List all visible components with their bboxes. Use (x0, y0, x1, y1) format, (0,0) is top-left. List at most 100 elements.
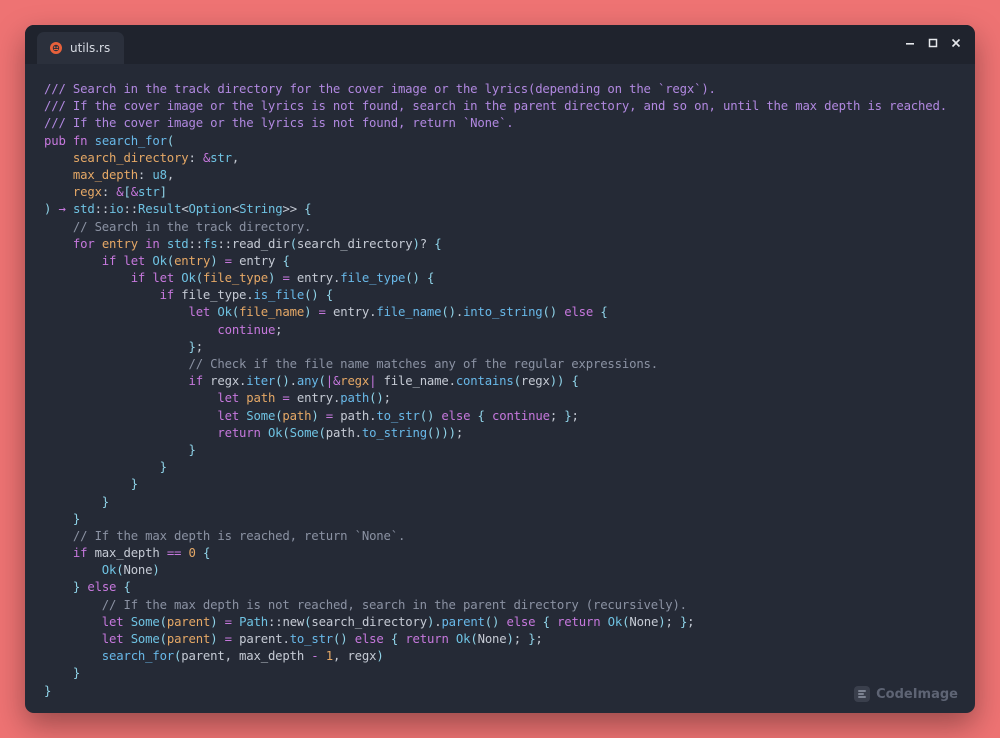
code-token: Some (130, 632, 160, 646)
code-token: ; (275, 322, 283, 337)
code-token: file_name. (376, 374, 456, 389)
code-token: { (282, 253, 290, 268)
code-token: // Search in the track directory. (72, 219, 312, 234)
window-controls (903, 36, 963, 50)
title-bar: utils.rs (25, 25, 975, 64)
tab-utils-rs[interactable]: utils.rs (37, 32, 125, 64)
code-token: parent (166, 632, 211, 646)
code-line: } (44, 511, 947, 528)
codeimage-logo-icon (854, 686, 871, 702)
code-token: ) (412, 236, 420, 251)
code-token: ; (549, 408, 565, 423)
code-token: = (282, 271, 290, 286)
minimize-button[interactable] (903, 36, 917, 50)
code-token: : (188, 150, 203, 165)
code-line: let Ok(file_name) = entry.file_name().in… (44, 304, 947, 321)
code-token: ) (152, 563, 160, 578)
code-token: () (419, 408, 435, 423)
code-token: return (405, 632, 449, 646)
code-token: ( (166, 133, 175, 148)
code-token: ::new (268, 614, 305, 629)
code-line: // If the max depth is not reached, sear… (44, 597, 947, 614)
code-token: let (217, 408, 240, 423)
code-token: None (629, 614, 659, 629)
code-token: path (246, 391, 276, 406)
code-token: entry. (289, 391, 341, 406)
rust-crab-icon (50, 42, 62, 54)
code-token: str (210, 150, 232, 165)
code-line: let Some(path) = path.to_str() else { co… (44, 408, 947, 425)
code-token: entry. (325, 305, 377, 320)
code-token: ; (535, 632, 543, 646)
code-token: file_name (376, 305, 442, 320)
maximize-button[interactable] (926, 36, 940, 50)
code-token: :: (94, 202, 110, 217)
code-token: ; (383, 391, 391, 406)
code-token: path (340, 391, 370, 406)
code-token: & (116, 185, 124, 200)
code-token: 0 (188, 546, 196, 561)
code-token: ; (195, 339, 203, 354)
code-token: Ok (267, 425, 283, 440)
code-token: () (405, 271, 420, 286)
code-token: if (101, 253, 117, 268)
code-token: : (101, 185, 117, 200)
code-token: = (224, 632, 232, 646)
code-token: } (188, 442, 196, 457)
code-line: /// If the cover image or the lyrics is … (44, 115, 947, 132)
close-button[interactable] (949, 36, 963, 50)
code-token: = (224, 614, 232, 629)
code-token: let (188, 305, 211, 320)
code-line: } (44, 476, 947, 493)
code-token: file_type. (174, 288, 254, 303)
code-line: regx: &[&str] (44, 184, 947, 201)
close-icon (951, 38, 961, 48)
code-token: } (159, 460, 167, 475)
code-token: Some (130, 614, 160, 629)
code-token: else (87, 580, 117, 595)
code-token: , (231, 150, 240, 165)
code-token: pub (44, 133, 66, 148)
code-token: ( (318, 425, 326, 440)
code-line: // Check if the file name matches any of… (44, 356, 947, 373)
code-line: } (44, 683, 947, 700)
code-token: if (72, 546, 88, 561)
code-token: path. (333, 408, 377, 423)
code-token: let (101, 614, 124, 629)
code-token: ] (159, 185, 167, 200)
code-token: ( (513, 374, 521, 389)
code-token: ())) (426, 425, 456, 440)
code-token: fs (202, 236, 218, 251)
code-token: :: (123, 202, 139, 217)
code-token: ; (687, 614, 695, 629)
code-line: // Search in the track directory. (44, 219, 947, 236)
code-token: } (564, 408, 572, 423)
code-token: path. (325, 425, 362, 440)
code-token: )) (549, 374, 565, 389)
code-token: () (369, 391, 384, 406)
code-token: } (188, 339, 196, 354)
code-token: u8 (152, 167, 167, 182)
code-token: { (304, 202, 312, 217)
code-token: None (123, 563, 153, 578)
